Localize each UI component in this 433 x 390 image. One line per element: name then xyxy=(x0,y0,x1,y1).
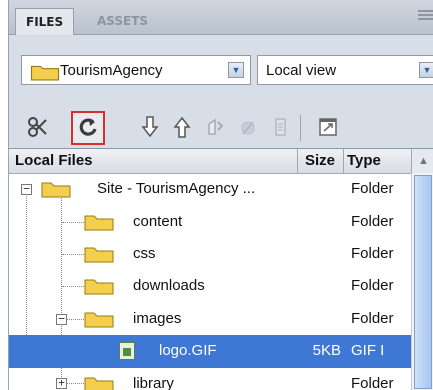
folder-icon xyxy=(84,377,114,390)
tab-files[interactable]: FILES xyxy=(15,8,75,35)
collapse-icon[interactable]: − xyxy=(21,183,32,195)
file-size: 5KB xyxy=(312,342,341,359)
checkout-icon xyxy=(208,118,224,135)
folder-icon xyxy=(41,182,71,198)
down-arrow-icon xyxy=(141,116,159,138)
scroll-up-icon[interactable]: ▲ xyxy=(411,149,433,173)
refresh-icon xyxy=(79,118,97,136)
file-type: Folder xyxy=(351,277,394,294)
chevron-down-icon[interactable]: ▼ xyxy=(228,62,244,78)
file-type: Folder xyxy=(351,310,394,327)
put-files-button[interactable] xyxy=(167,112,197,142)
file-list-header: Local Files Size Type xyxy=(9,149,433,174)
view-dropdown[interactable]: Local view ▼ xyxy=(257,55,433,85)
sync-icon xyxy=(275,118,286,136)
panel-tab-bar: FILES ASSETS xyxy=(9,0,433,35)
chevron-down-icon[interactable]: ▼ xyxy=(419,62,433,78)
up-arrow-icon xyxy=(173,116,191,138)
tree-row-logo-gif[interactable]: logo.GIF 5KB GIF I xyxy=(9,335,411,368)
column-local-files[interactable]: Local Files xyxy=(15,152,93,169)
file-name: library xyxy=(133,375,174,390)
tab-assets[interactable]: ASSETS xyxy=(87,8,158,34)
tree-row-site-root[interactable]: − Site - TourismAgency ... Folder xyxy=(9,173,411,206)
connect-icon xyxy=(28,117,47,137)
column-type[interactable]: Type xyxy=(347,152,381,169)
tree-row-downloads[interactable]: downloads Folder xyxy=(9,270,411,303)
sync-button[interactable] xyxy=(265,112,295,142)
file-type: Folder xyxy=(351,213,394,230)
file-type: Folder xyxy=(351,375,394,390)
column-divider[interactable] xyxy=(297,149,298,173)
checkout-button[interactable] xyxy=(201,112,231,142)
folder-icon xyxy=(30,65,60,81)
site-dropdown-value: TourismAgency xyxy=(60,62,163,79)
folder-icon xyxy=(84,247,114,263)
get-files-button[interactable] xyxy=(135,112,165,142)
checkin-icon xyxy=(241,121,255,135)
file-type: Folder xyxy=(351,245,394,262)
folder-icon xyxy=(84,279,114,295)
expand-icon xyxy=(319,118,337,136)
connect-button[interactable] xyxy=(23,112,53,142)
files-panel: FILES ASSETS TourismAgency ▼ Local view … xyxy=(8,0,433,390)
image-file-icon xyxy=(119,342,135,360)
scrollbar-thumb[interactable] xyxy=(414,175,432,389)
file-name: css xyxy=(133,245,156,262)
local-files-list: Local Files Size Type ▲ − Site - Tourism… xyxy=(9,148,433,390)
view-dropdown-value: Local view xyxy=(266,62,337,79)
site-dropdown[interactable]: TourismAgency ▼ xyxy=(21,55,251,85)
expand-icon[interactable]: + xyxy=(56,377,67,389)
file-type: Folder xyxy=(351,180,394,197)
file-name: content xyxy=(133,213,183,230)
checkin-button[interactable] xyxy=(233,112,263,142)
tree-row-images[interactable]: − images Folder xyxy=(9,303,411,336)
file-type: GIF I xyxy=(351,342,385,359)
column-size[interactable]: Size xyxy=(305,152,335,169)
file-name: images xyxy=(133,310,182,327)
expand-button[interactable] xyxy=(313,112,343,142)
folder-icon xyxy=(84,215,114,231)
tree-row-content[interactable]: content Folder xyxy=(9,206,411,239)
folder-icon xyxy=(84,312,114,328)
files-toolbar xyxy=(9,106,433,150)
tree-row-css[interactable]: css Folder xyxy=(9,238,411,271)
collapse-icon[interactable]: − xyxy=(56,313,67,325)
panel-options-icon[interactable] xyxy=(418,10,433,22)
toolbar-divider xyxy=(300,115,301,141)
vertical-scrollbar[interactable] xyxy=(411,173,433,390)
file-name: downloads xyxy=(133,277,205,294)
tree-row-library[interactable]: + library Folder xyxy=(9,368,411,390)
file-name: Site - TourismAgency ... xyxy=(97,180,256,197)
file-name: logo.GIF xyxy=(159,342,217,359)
site-selector-row: TourismAgency ▼ Local view ▼ xyxy=(9,35,433,105)
column-divider[interactable] xyxy=(343,149,344,173)
refresh-button[interactable] xyxy=(71,111,105,145)
